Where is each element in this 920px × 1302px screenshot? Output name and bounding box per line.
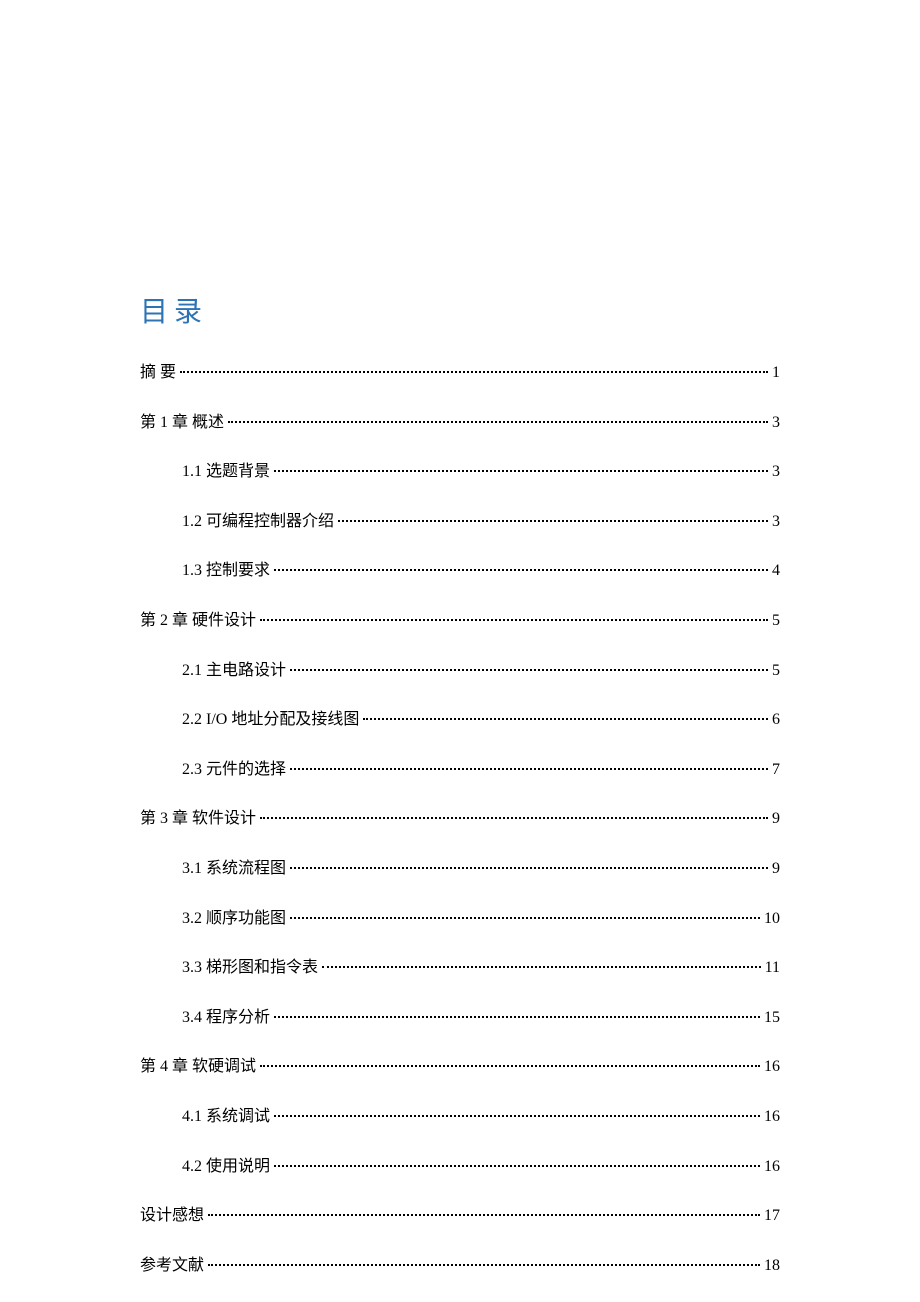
toc-entry: 第 3 章 软件设计 9 xyxy=(140,806,780,832)
toc-entry-label: 设计感想 xyxy=(140,1203,204,1229)
toc-entry: 3.3 梯形图和指令表 11 xyxy=(140,955,780,981)
toc-entry: 2.2 I/O 地址分配及接线图 6 xyxy=(140,707,780,733)
toc-dots xyxy=(363,718,768,720)
toc-dots xyxy=(260,1065,760,1067)
toc-dots xyxy=(290,669,768,671)
toc-dots xyxy=(274,470,768,472)
toc-entry-page: 3 xyxy=(772,410,780,436)
toc-entry: 第 4 章 软硬调试 16 xyxy=(140,1054,780,1080)
toc-entry-page: 16 xyxy=(764,1104,780,1130)
toc-entry-label: 3.1 系统流程图 xyxy=(182,856,286,882)
toc-entry-page: 9 xyxy=(772,806,780,832)
toc-dots xyxy=(228,421,768,423)
toc-entry-page: 5 xyxy=(772,658,780,684)
toc-entry: 4.2 使用说明 16 xyxy=(140,1154,780,1180)
toc-dots xyxy=(208,1214,760,1216)
toc-entry: 2.1 主电路设计 5 xyxy=(140,658,780,684)
toc-entry-page: 17 xyxy=(764,1203,780,1229)
toc-entry-page: 11 xyxy=(765,955,780,981)
toc-entry-label: 第 1 章 概述 xyxy=(140,410,224,436)
toc-entry-label: 2.2 I/O 地址分配及接线图 xyxy=(182,707,359,733)
toc-entry-label: 3.2 顺序功能图 xyxy=(182,906,286,932)
toc-dots xyxy=(290,867,768,869)
toc-dots xyxy=(274,569,768,571)
toc-entry-label: 1.1 选题背景 xyxy=(182,459,270,485)
toc-dots xyxy=(208,1264,760,1266)
toc-entry-page: 6 xyxy=(772,707,780,733)
toc-entry: 设计感想 17 xyxy=(140,1203,780,1229)
toc-entry: 摘 要 1 xyxy=(140,360,780,386)
toc-entry-label: 第 3 章 软件设计 xyxy=(140,806,256,832)
toc-entry: 1.3 控制要求 4 xyxy=(140,558,780,584)
toc-dots xyxy=(260,817,768,819)
toc-entry: 参考文献 18 xyxy=(140,1253,780,1279)
toc-dots xyxy=(274,1165,760,1167)
toc-entry-page: 9 xyxy=(772,856,780,882)
toc-entry-label: 1.2 可编程控制器介绍 xyxy=(182,509,334,535)
toc-entry: 1.1 选题背景 3 xyxy=(140,459,780,485)
toc-entry-page: 10 xyxy=(764,906,780,932)
toc-entry-page: 15 xyxy=(764,1005,780,1031)
toc-dots xyxy=(322,966,761,968)
toc-entry-label: 第 2 章 硬件设计 xyxy=(140,608,256,634)
toc-dots xyxy=(290,768,768,770)
toc-entry-label: 3.4 程序分析 xyxy=(182,1005,270,1031)
toc-entry-label: 2.1 主电路设计 xyxy=(182,658,286,684)
toc-entry: 第 1 章 概述 3 xyxy=(140,410,780,436)
toc-dots xyxy=(180,371,768,373)
toc-entry: 3.1 系统流程图 9 xyxy=(140,856,780,882)
toc-entry-page: 7 xyxy=(772,757,780,783)
toc-entry: 4.1 系统调试 16 xyxy=(140,1104,780,1130)
toc-dots xyxy=(274,1115,760,1117)
page-content: 目录 摘 要1第 1 章 概述31.1 选题背景31.2 可编程控制器介绍31.… xyxy=(140,290,780,1302)
toc-list: 摘 要 1 第 1 章 概述 3 1.1 选题背景 3 1.2 可编程控制器介绍 3 1.3 控… xyxy=(140,360,780,1278)
toc-entry-page: 1 xyxy=(772,360,780,386)
toc-entry: 2.3 元件的选择 7 xyxy=(140,757,780,783)
toc-entry: 3.4 程序分析 15 xyxy=(140,1005,780,1031)
toc-entry-label: 4.2 使用说明 xyxy=(182,1154,270,1180)
toc-entry-page: 3 xyxy=(772,459,780,485)
toc-entry-label: 第 4 章 软硬调试 xyxy=(140,1054,256,1080)
toc-entry-label: 2.3 元件的选择 xyxy=(182,757,286,783)
toc-entry-label: 1.3 控制要求 xyxy=(182,558,270,584)
toc-dots xyxy=(260,619,768,621)
toc-dots xyxy=(338,520,768,522)
toc-dots xyxy=(290,917,760,919)
toc-entry-label: 摘 要 xyxy=(140,360,176,386)
toc-entry-page: 16 xyxy=(764,1154,780,1180)
toc-entry: 第 2 章 硬件设计 5 xyxy=(140,608,780,634)
toc-entry-page: 18 xyxy=(764,1253,780,1279)
toc-entry-page: 3 xyxy=(772,509,780,535)
toc-entry-label: 4.1 系统调试 xyxy=(182,1104,270,1130)
toc-entry-page: 5 xyxy=(772,608,780,634)
toc-entry-label: 3.3 梯形图和指令表 xyxy=(182,955,318,981)
toc-title: 目录 xyxy=(140,290,780,330)
toc-entry-label: 参考文献 xyxy=(140,1253,204,1279)
toc-entry-page: 16 xyxy=(764,1054,780,1080)
toc-dots xyxy=(274,1016,760,1018)
toc-entry: 1.2 可编程控制器介绍 3 xyxy=(140,509,780,535)
toc-entry-page: 4 xyxy=(772,558,780,584)
toc-entry: 3.2 顺序功能图 10 xyxy=(140,906,780,932)
